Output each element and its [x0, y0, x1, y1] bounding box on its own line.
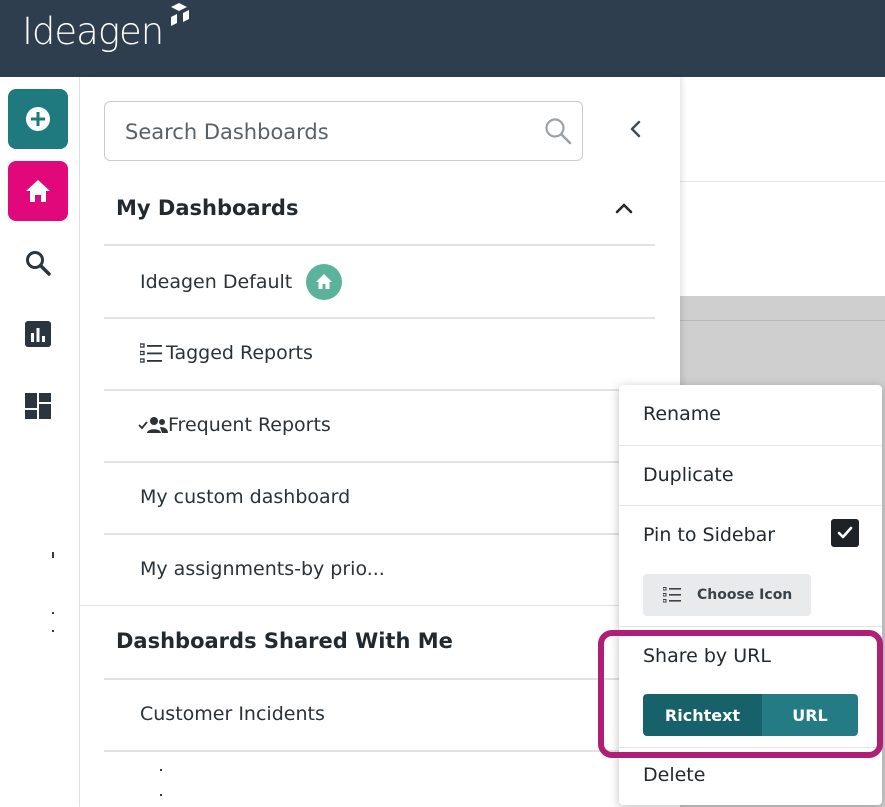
list-item-label: Customer Incidents — [140, 703, 325, 725]
section-divider — [80, 605, 680, 606]
list-item-tagged-reports[interactable]: Tagged Reports — [140, 342, 313, 364]
list-item-frequent-reports[interactable]: Frequent Reports — [138, 414, 331, 436]
home-icon — [26, 180, 50, 202]
search-input[interactable] — [125, 120, 525, 144]
shared-dashboards-title[interactable]: Dashboards Shared With Me — [116, 629, 453, 653]
list-item-label: Ideagen Default — [140, 271, 293, 293]
list-marker — [160, 769, 162, 771]
search-icon — [26, 251, 51, 276]
rename-menu-item[interactable]: Rename — [643, 403, 721, 425]
bar-chart-icon — [25, 321, 51, 347]
section-divider — [104, 244, 655, 246]
list-divider — [104, 461, 655, 463]
menu-divider — [619, 445, 882, 446]
list-item-assignments[interactable]: My assignments-by prio... — [140, 558, 385, 580]
list-divider — [104, 750, 655, 752]
menu-divider — [619, 626, 882, 627]
list-icon — [663, 587, 681, 603]
plus-icon — [26, 107, 50, 131]
logo-mark-icon — [171, 3, 189, 26]
dashboards-panel: My Dashboards Ideagen Default Tagged Rep… — [80, 77, 680, 807]
list-divider — [104, 389, 655, 391]
list-item-label: My assignments-by prio... — [140, 558, 385, 580]
list-divider — [104, 533, 655, 535]
list-item-label: Frequent Reports — [168, 414, 331, 436]
reports-nav-button[interactable] — [22, 318, 54, 350]
dashboard-icon — [25, 393, 51, 419]
search-box — [104, 101, 583, 161]
chevron-up-icon[interactable] — [611, 195, 637, 221]
list-item-label: My custom dashboard — [140, 486, 351, 508]
choose-icon-label: Choose Icon — [697, 587, 793, 603]
menu-divider — [619, 505, 882, 506]
add-button[interactable] — [8, 89, 68, 149]
delete-menu-item[interactable]: Delete — [643, 764, 705, 786]
nav-rail — [0, 77, 80, 807]
share-highlight-outline — [598, 630, 883, 758]
search-icon[interactable] — [543, 116, 573, 146]
list-icon — [140, 343, 162, 363]
rail-marker — [52, 630, 54, 632]
list-item-customer-incidents[interactable]: Customer Incidents — [140, 703, 325, 725]
list-divider — [104, 317, 655, 319]
content-divider — [680, 181, 885, 182]
default-home-icon — [306, 264, 343, 300]
frequent-users-icon — [138, 417, 168, 433]
list-marker — [160, 794, 162, 796]
rail-marker — [52, 552, 54, 558]
rail-marker — [52, 612, 54, 614]
list-item-label: Tagged Reports — [166, 342, 313, 364]
choose-icon-button[interactable]: Choose Icon — [643, 574, 811, 616]
collapse-panel-icon[interactable] — [624, 117, 648, 141]
home-button[interactable] — [8, 161, 68, 221]
search-nav-button[interactable] — [22, 247, 54, 279]
list-item-custom-dashboard[interactable]: My custom dashboard — [140, 486, 350, 508]
top-header: Ideagen — [0, 0, 885, 77]
duplicate-menu-item[interactable]: Duplicate — [643, 464, 734, 486]
pin-to-sidebar-checkbox[interactable] — [831, 519, 859, 547]
widget-header-divider — [680, 320, 885, 321]
pin-to-sidebar-label: Pin to Sidebar — [643, 524, 776, 546]
my-dashboards-title[interactable]: My Dashboards — [116, 196, 298, 220]
brand-logo[interactable]: Ideagen — [22, 10, 164, 53]
list-item-ideagen-default[interactable]: Ideagen Default — [140, 264, 343, 300]
check-icon — [837, 526, 853, 539]
dashboards-nav-button[interactable] — [22, 390, 54, 422]
section-divider — [104, 678, 655, 680]
